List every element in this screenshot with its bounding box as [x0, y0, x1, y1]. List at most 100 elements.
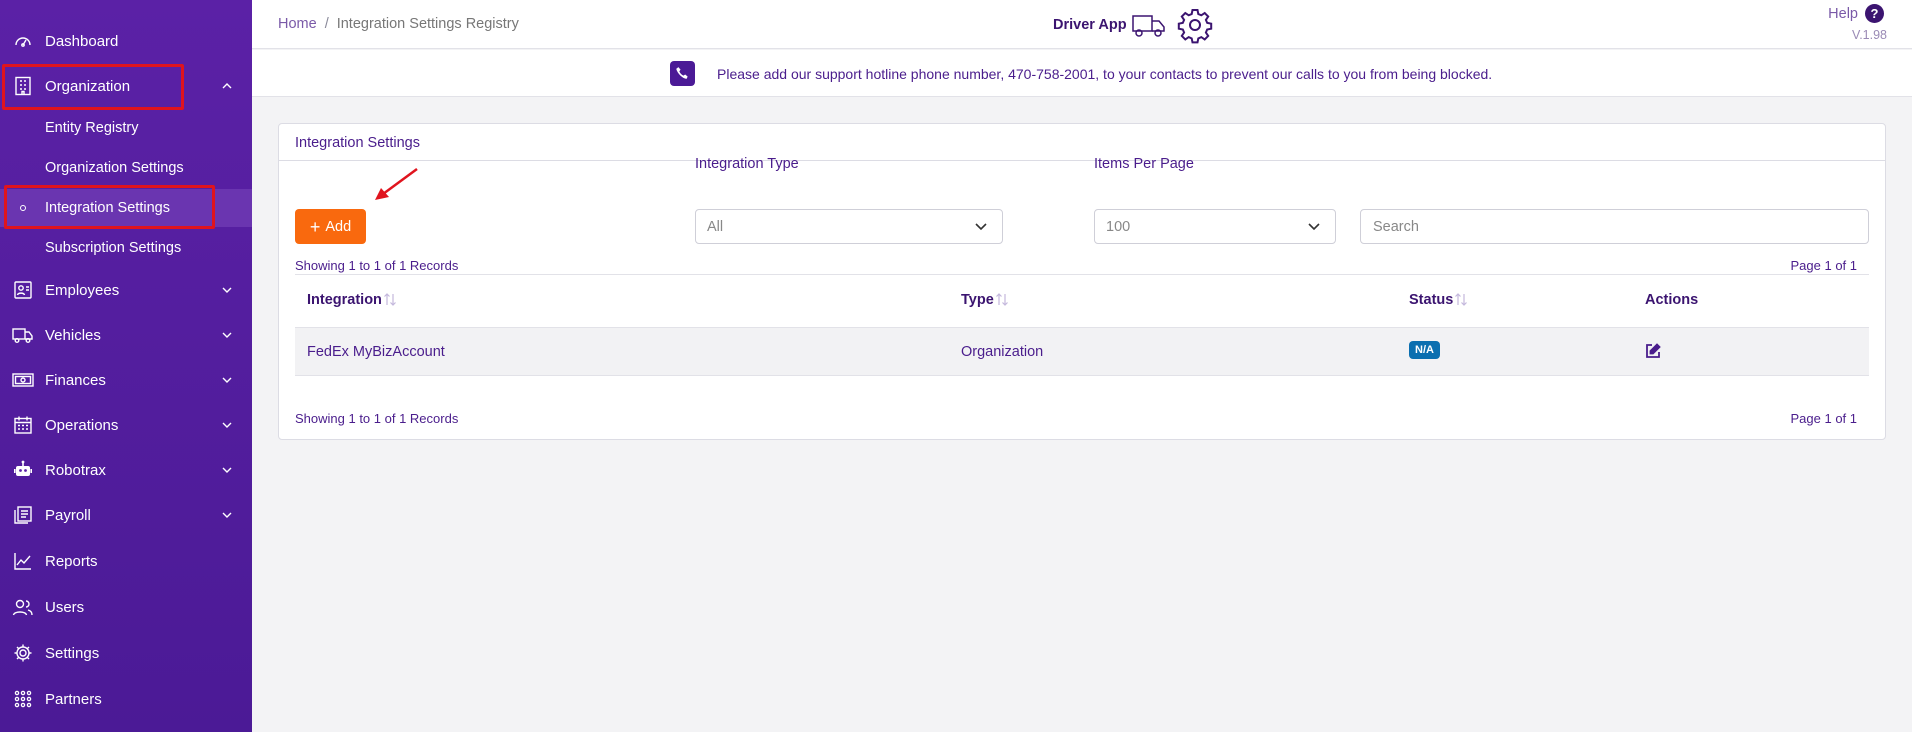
- sidebar-item-label: Organization: [45, 77, 131, 95]
- page-indicator-bottom: Page 1 of 1: [1790, 411, 1858, 426]
- chevron-down-icon: [222, 467, 232, 473]
- page-indicator-top: Page 1 of 1: [1790, 258, 1858, 273]
- grid-dots-icon: [12, 688, 34, 710]
- sidebar-subitem-label: Integration Settings: [45, 200, 170, 216]
- sort-icon: [1454, 292, 1468, 308]
- robot-icon: [12, 459, 34, 481]
- items-per-page-value: 100: [1106, 218, 1131, 235]
- gear-icon: [12, 642, 34, 664]
- breadcrumb-separator: /: [324, 16, 329, 32]
- sidebar-item-label: Reports: [45, 552, 98, 570]
- column-header-integration[interactable]: Integration: [307, 292, 397, 308]
- sidebar-item-organization[interactable]: Organization: [0, 66, 252, 106]
- sort-icon: [995, 292, 1009, 308]
- chevron-down-icon: [975, 223, 987, 231]
- sidebar-item-label: Vehicles: [45, 326, 101, 344]
- breadcrumb-home-link[interactable]: Home: [278, 16, 317, 32]
- breadcrumb-current: Integration Settings Registry: [336, 16, 519, 32]
- search-input[interactable]: [1360, 209, 1869, 244]
- sidebar-item-employees[interactable]: Employees: [0, 270, 252, 310]
- sidebar-item-finances[interactable]: Finances: [0, 360, 252, 400]
- sidebar-item-operations[interactable]: Operations: [0, 405, 252, 445]
- line-chart-icon: [12, 550, 34, 572]
- users-icon: [12, 596, 34, 618]
- sidebar-subitem-entity-registry[interactable]: Entity Registry: [0, 109, 252, 147]
- table-row: FedEx MyBizAccount Organization N/A: [295, 327, 1869, 376]
- integration-type-label: Integration Type: [695, 156, 799, 172]
- column-header-label: Integration: [307, 292, 382, 308]
- integration-type-value: All: [707, 218, 724, 235]
- integration-settings-card: Integration Settings + Add Integration T…: [278, 123, 1886, 440]
- sidebar-item-label: Operations: [45, 416, 119, 434]
- cell-type: Organization: [961, 344, 1044, 360]
- status-badge: N/A: [1409, 341, 1440, 359]
- chevron-down-icon: [222, 332, 232, 338]
- sidebar-item-partners[interactable]: Partners: [0, 679, 252, 719]
- truck-icon: [1131, 15, 1165, 37]
- version-label: V.1.98: [1852, 28, 1887, 42]
- column-header-label: Status: [1409, 292, 1454, 308]
- active-dot-icon: [20, 205, 26, 211]
- phone-icon: [670, 61, 695, 86]
- chevron-down-icon: [222, 287, 232, 293]
- sidebar-subitem-integration-settings[interactable]: Integration Settings: [0, 189, 252, 227]
- employee-badge-icon: [12, 279, 34, 301]
- add-button[interactable]: + Add: [295, 209, 366, 244]
- breadcrumb: Home / Integration Settings Registry: [278, 16, 519, 32]
- integration-type-select[interactable]: All: [695, 209, 1003, 244]
- sidebar-item-dashboard[interactable]: Dashboard: [0, 21, 252, 61]
- notice-bar: Please add our support hotline phone num…: [252, 50, 1912, 97]
- sort-icon: [383, 292, 397, 308]
- gear-icon[interactable]: [1176, 6, 1214, 44]
- red-arrow-annotation: [375, 167, 418, 200]
- building-icon: [12, 75, 34, 97]
- sidebar-item-label: Settings: [45, 644, 100, 662]
- column-header-status[interactable]: Status: [1409, 292, 1468, 308]
- sidebar-subitem-subscription-settings[interactable]: Subscription Settings: [0, 229, 252, 267]
- sidebar-item-settings[interactable]: Settings: [0, 633, 252, 673]
- sidebar-subitem-label: Organization Settings: [45, 160, 184, 176]
- question-icon: ?: [1865, 4, 1884, 23]
- top-bar: Home / Integration Settings Registry Drive…: [252, 0, 1912, 49]
- column-header-label: Type: [961, 292, 994, 308]
- column-header-actions: Actions: [1645, 292, 1698, 308]
- sidebar-item-reports[interactable]: Reports: [0, 541, 252, 581]
- sidebar-subitem-label: Subscription Settings: [45, 240, 182, 256]
- help-link[interactable]: Help ?: [1828, 4, 1884, 23]
- calendar-icon: [12, 414, 34, 436]
- items-per-page-select[interactable]: 100: [1094, 209, 1336, 244]
- money-icon: [12, 369, 34, 391]
- chevron-down-icon: [222, 422, 232, 428]
- driver-app-link[interactable]: Driver App: [1053, 6, 1214, 44]
- add-button-label: Add: [325, 218, 352, 235]
- notice-message: Please add our support hotline phone num…: [717, 66, 1493, 82]
- sidebar-item-payroll[interactable]: Payroll: [0, 495, 252, 535]
- driver-app-label: Driver App: [1053, 17, 1127, 33]
- records-count-bottom: Showing 1 to 1 of 1 Records: [295, 411, 459, 426]
- sidebar-subitem-label: Entity Registry: [45, 120, 139, 136]
- table-divider: [295, 274, 1869, 275]
- chevron-down-icon: [1308, 223, 1320, 231]
- sidebar-item-label: Robotrax: [45, 461, 106, 479]
- items-per-page-label: Items Per Page: [1094, 156, 1194, 172]
- sidebar-item-label: Employees: [45, 281, 120, 299]
- sidebar-item-label: Users: [45, 598, 85, 616]
- chevron-up-icon: [222, 83, 232, 89]
- sidebar-item-users[interactable]: Users: [0, 587, 252, 627]
- records-count-top: Showing 1 to 1 of 1 Records: [295, 258, 459, 273]
- sidebar-subitem-organization-settings[interactable]: Organization Settings: [0, 149, 252, 187]
- plus-icon: +: [309, 216, 321, 237]
- documents-icon: [12, 504, 34, 526]
- column-header-type[interactable]: Type: [961, 292, 1009, 308]
- sidebar-item-robotrax[interactable]: Robotrax: [0, 450, 252, 490]
- chevron-down-icon: [222, 512, 232, 518]
- edit-icon[interactable]: [1644, 342, 1662, 360]
- card-title: Integration Settings: [295, 135, 420, 151]
- sidebar: Dashboard Organization Entity Registry O…: [0, 0, 252, 732]
- sidebar-item-label: Finances: [45, 371, 106, 389]
- chevron-down-icon: [222, 377, 232, 383]
- sidebar-item-vehicles[interactable]: Vehicles: [0, 315, 252, 355]
- column-header-label: Actions: [1645, 292, 1699, 308]
- sidebar-item-label: Payroll: [45, 506, 91, 524]
- cell-integration: FedEx MyBizAccount: [307, 344, 445, 360]
